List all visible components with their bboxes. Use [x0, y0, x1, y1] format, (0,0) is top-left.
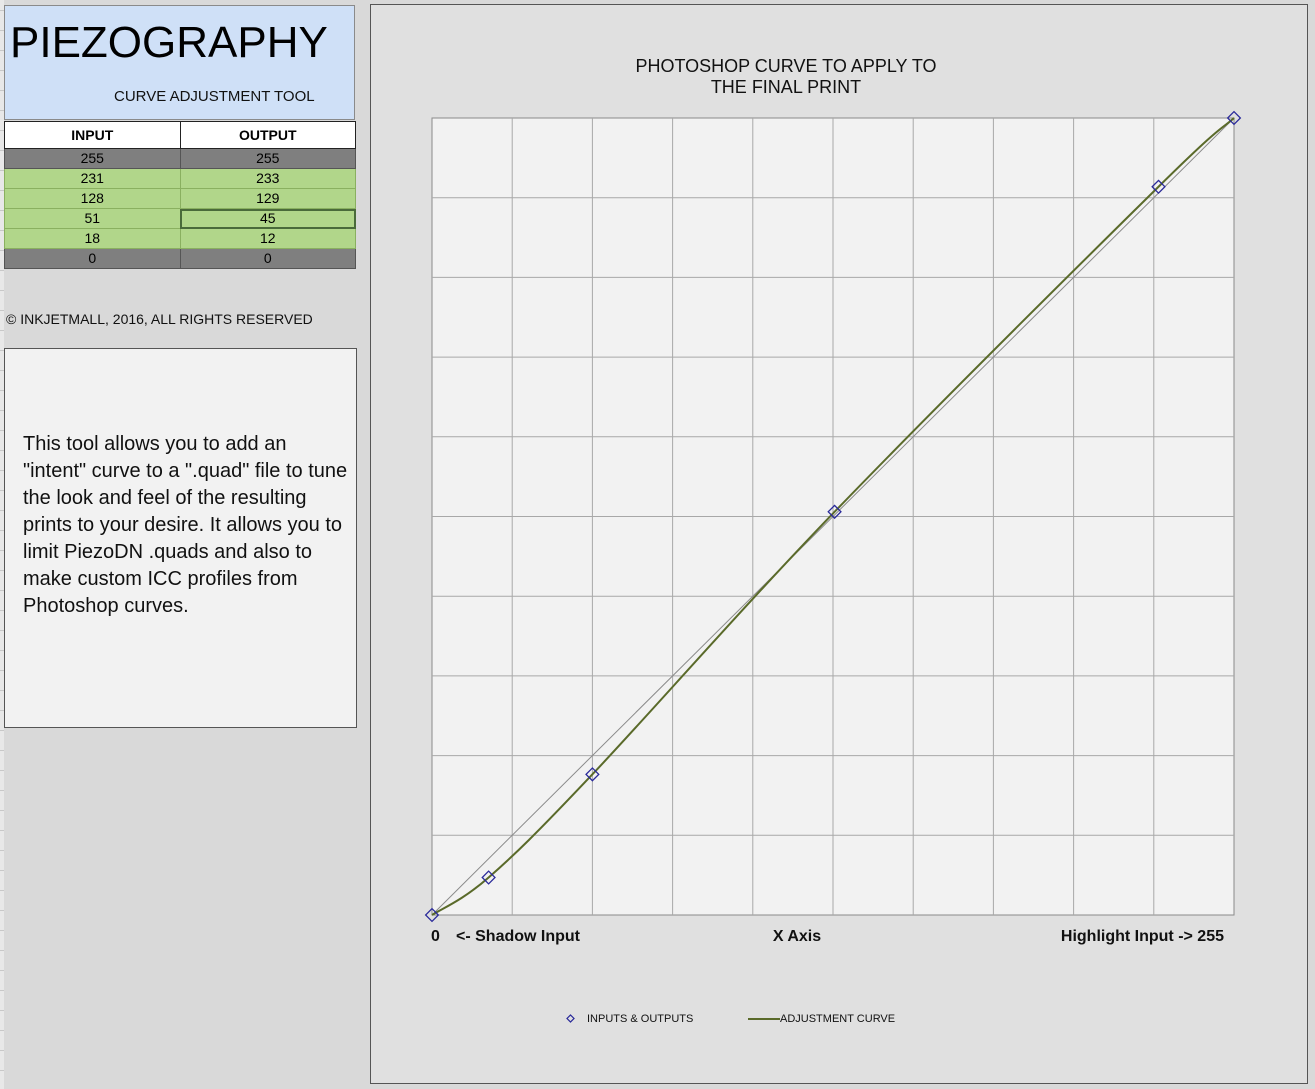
input-cell[interactable]: 231 [4, 168, 181, 189]
input-cell[interactable]: 51 [4, 208, 181, 229]
input-cell[interactable]: 18 [4, 228, 181, 249]
x-label-shadow: <- Shadow Input [456, 928, 581, 945]
curve-chart: PHOTOSHOP CURVE TO APPLY TO THE FINAL PR… [424, 56, 1242, 1025]
table-row: 128 129 [4, 188, 356, 209]
table-row: 51 45 [4, 208, 356, 229]
output-cell[interactable]: 0 [179, 248, 356, 269]
header-panel: PIEZOGRAPHY CURVE ADJUSTMENT TOOL [4, 5, 355, 120]
output-cell[interactable]: 129 [179, 188, 356, 209]
legend-label-inputs: INPUTS & OUTPUTS [587, 1013, 693, 1025]
legend: INPUTS & OUTPUTS ADJUSTMENT CURVE [566, 1013, 895, 1025]
x-label-center: X Axis [773, 928, 821, 945]
output-cell[interactable]: 255 [179, 148, 356, 169]
output-cell[interactable]: 45 [179, 208, 356, 229]
input-output-table: INPUT OUTPUT 255 255 231 233 128 129 51 45 18 12 0… [4, 121, 356, 269]
chart-title-line-2: THE FINAL PRINT [711, 77, 861, 97]
chart-panel: PHOTOSHOP CURVE TO APPLY TO THE FINAL PR… [370, 4, 1308, 1084]
x-label-highlight: Highlight Input -> 255 [1061, 928, 1224, 945]
output-cell[interactable]: 233 [179, 168, 356, 189]
table-row: 18 12 [4, 228, 356, 249]
app-subtitle: CURVE ADJUSTMENT TOOL [114, 88, 315, 105]
input-cell[interactable]: 128 [4, 188, 181, 209]
table-row: 00 [4, 248, 356, 269]
copyright-notice: © INKJETMALL, 2016, ALL RIGHTS RESERVED [6, 311, 313, 327]
input-cell[interactable]: 255 [4, 148, 181, 169]
chart-title-line-1: PHOTOSHOP CURVE TO APPLY TO [635, 56, 936, 76]
x-label-zero: 0 [431, 928, 440, 945]
legend-marker-icon [566, 1014, 575, 1023]
legend-label-curve: ADJUSTMENT CURVE [780, 1013, 895, 1025]
description-box: This tool allows you to add an "intent" … [4, 348, 357, 728]
column-header-input: INPUT [4, 121, 181, 149]
description-text: This tool allows you to add an "intent" … [23, 433, 348, 617]
table-row: 255 255 [4, 148, 356, 169]
column-header-output: OUTPUT [179, 121, 356, 149]
input-cell[interactable]: 0 [4, 248, 181, 269]
output-cell[interactable]: 12 [179, 228, 356, 249]
app-title: PIEZOGRAPHY [10, 18, 328, 67]
table-row: 231 233 [4, 168, 356, 189]
